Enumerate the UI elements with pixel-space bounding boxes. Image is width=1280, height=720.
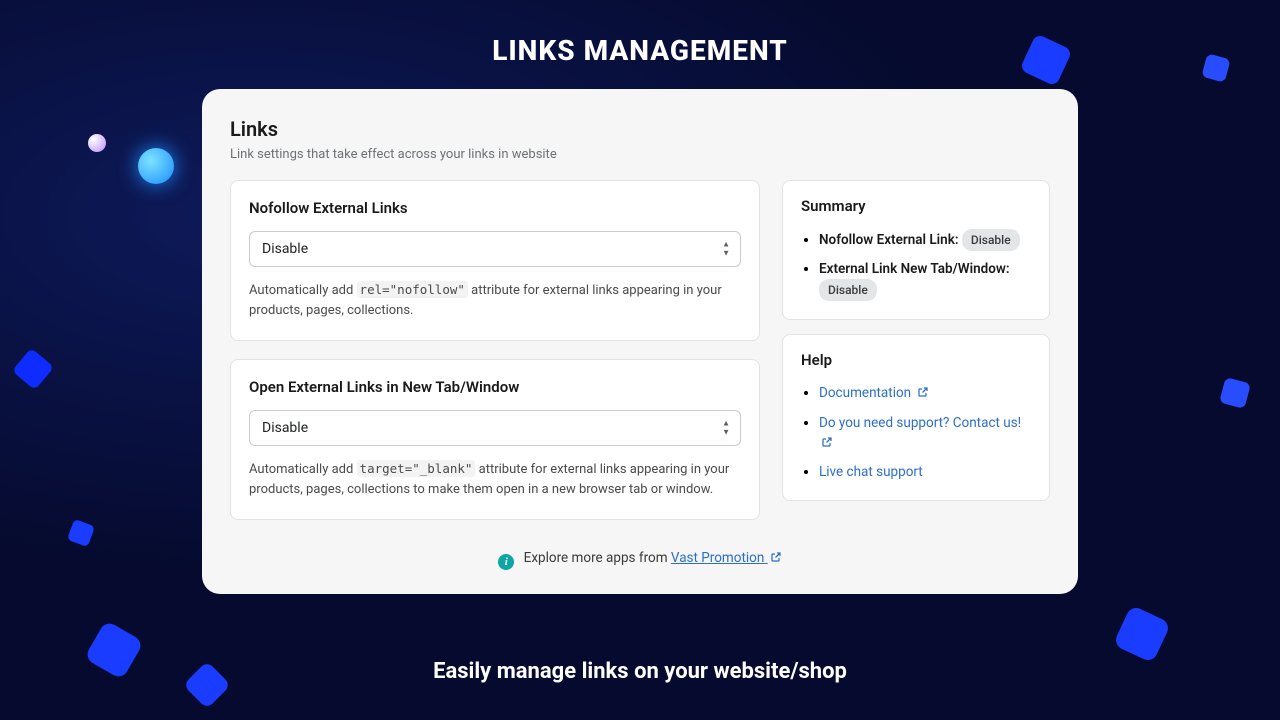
decorative-shape <box>1113 605 1171 663</box>
nofollow-select[interactable]: Disable ▲▼ <box>249 231 741 267</box>
vast-promotion-link[interactable]: Vast Promotion <box>671 550 782 566</box>
decorative-shape <box>12 348 54 390</box>
section-subheading: Link settings that take effect across yo… <box>230 147 1050 162</box>
decorative-shape <box>67 519 95 547</box>
summary-label: External Link New Tab/Window: <box>819 261 1010 277</box>
footer-text: Explore more apps from <box>524 550 671 566</box>
page-title: LINKS MANAGEMENT <box>0 0 1280 67</box>
newtab-select[interactable]: Disable ▲▼ <box>249 410 741 446</box>
panel-footer: i Explore more apps from Vast Promotion <box>230 550 1050 570</box>
card-title: Open External Links in New Tab/Window <box>249 378 741 396</box>
decorative-shape <box>1219 377 1251 409</box>
chevron-updown-icon: ▲▼ <box>722 420 730 437</box>
card-title: Summary <box>801 197 1031 215</box>
helper-text: Automatically add target="_blank" attrib… <box>249 460 741 499</box>
newtab-card: Open External Links in New Tab/Window Di… <box>230 359 760 520</box>
help-card: Help Documentation Do you need support? … <box>782 334 1050 501</box>
select-value: Disable <box>262 420 308 436</box>
livechat-link[interactable]: Live chat support <box>819 464 923 480</box>
chevron-updown-icon: ▲▼ <box>722 241 730 258</box>
external-link-icon <box>770 551 782 567</box>
summary-label: Nofollow External Link: <box>819 232 959 248</box>
card-title: Help <box>801 351 1031 369</box>
page-tagline: Easily manage links on your website/shop <box>0 659 1280 684</box>
code-snippet: target="_blank" <box>357 460 476 477</box>
status-badge: Disable <box>962 229 1020 251</box>
info-icon: i <box>498 554 514 570</box>
select-value: Disable <box>262 241 308 257</box>
card-title: Nofollow External Links <box>249 199 741 217</box>
status-badge: Disable <box>819 279 877 301</box>
settings-panel: Links Link settings that take effect acr… <box>202 89 1078 594</box>
summary-card: Summary Nofollow External Link: Disable … <box>782 180 1050 320</box>
summary-item: External Link New Tab/Window: Disable <box>819 259 1031 301</box>
helper-text: Automatically add rel="nofollow" attribu… <box>249 281 741 320</box>
nofollow-card: Nofollow External Links Disable ▲▼ Autom… <box>230 180 760 341</box>
section-heading: Links <box>230 117 1050 141</box>
decorative-orb <box>138 148 174 184</box>
external-link-icon <box>821 434 833 454</box>
summary-item: Nofollow External Link: Disable <box>819 229 1031 251</box>
support-link[interactable]: Do you need support? Contact us! <box>819 415 1021 451</box>
external-link-icon <box>917 384 929 404</box>
code-snippet: rel="nofollow" <box>357 281 468 298</box>
decorative-orb <box>88 134 106 152</box>
documentation-link[interactable]: Documentation <box>819 385 929 401</box>
